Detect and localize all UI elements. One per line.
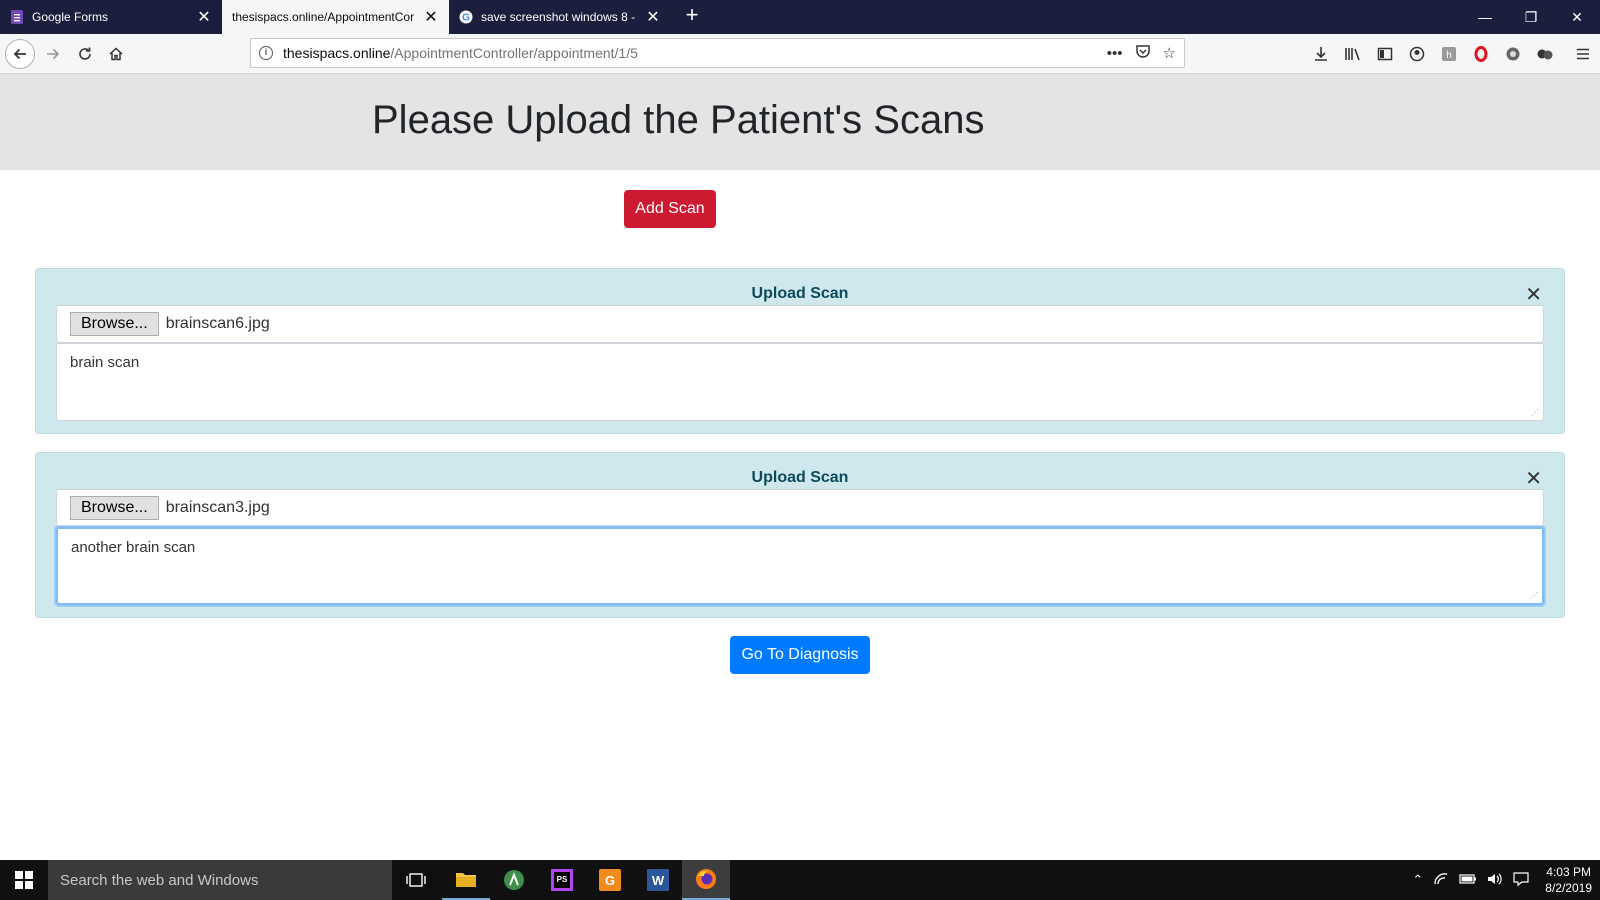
- mask-extension-icon[interactable]: [1534, 43, 1556, 65]
- extension-icon[interactable]: h: [1438, 43, 1460, 65]
- hamburger-menu-icon[interactable]: [1572, 43, 1594, 65]
- system-tray: ⌃ 4:03 PM 8/2/2019: [1412, 860, 1592, 900]
- file-input[interactable]: Browse... brainscan6.jpg: [56, 305, 1544, 343]
- pocket-icon[interactable]: [1135, 43, 1151, 63]
- minimize-icon[interactable]: —: [1462, 0, 1508, 34]
- card-heading: Upload Scan: [751, 285, 849, 302]
- clock-time: 4:03 PM: [1546, 865, 1591, 879]
- reload-icon[interactable]: [70, 39, 100, 69]
- svg-text:W: W: [652, 873, 665, 888]
- taskbar-search-input[interactable]: Search the web and Windows: [48, 860, 392, 900]
- file-explorer-icon[interactable]: [442, 860, 490, 900]
- close-icon[interactable]: ✕: [1525, 469, 1542, 489]
- window-close-icon[interactable]: ✕: [1554, 0, 1600, 34]
- greenshot-icon[interactable]: G: [586, 860, 634, 900]
- tab-title: save screenshot windows 8 - Go: [481, 10, 639, 24]
- tab-title: Google Forms: [32, 10, 109, 24]
- file-input[interactable]: Browse... brainscan3.jpg: [56, 489, 1544, 527]
- url-actions: ••• ☆: [1107, 39, 1176, 67]
- system-clock[interactable]: 4:03 PM 8/2/2019: [1545, 864, 1592, 896]
- tab-appointment[interactable]: thesispacs.online/AppointmentCor ✕: [222, 0, 449, 34]
- tab-title: thesispacs.online/AppointmentCor: [232, 10, 415, 24]
- close-icon[interactable]: ✕: [423, 7, 439, 27]
- svg-text:PS: PS: [557, 875, 568, 884]
- svg-text:h: h: [1446, 50, 1452, 61]
- svg-text:G: G: [605, 873, 615, 888]
- page-header: Please Upload the Patient's Scans: [0, 74, 1600, 170]
- google-forms-icon: [10, 10, 24, 24]
- description-textarea[interactable]: brain scan ⋰: [56, 343, 1544, 421]
- globe-extension-icon[interactable]: [1502, 43, 1524, 65]
- close-icon[interactable]: ✕: [196, 7, 212, 27]
- bookmark-star-icon[interactable]: ☆: [1163, 44, 1176, 62]
- url-path: /AppointmentController/appointment/1/5: [390, 45, 638, 61]
- volume-icon[interactable]: [1487, 872, 1503, 889]
- upload-scan-card: Upload Scan ✕ Browse... brainscan6.jpg b…: [35, 268, 1565, 434]
- phpstorm-icon[interactable]: PS: [538, 860, 586, 900]
- go-to-diagnosis-button[interactable]: Go To Diagnosis: [730, 636, 870, 674]
- sidebar-icon[interactable]: [1374, 43, 1396, 65]
- page-content: Please Upload the Patient's Scans Add Sc…: [0, 74, 1600, 860]
- add-scan-button[interactable]: Add Scan: [624, 190, 716, 228]
- window-controls: — ❐ ✕: [1462, 0, 1600, 34]
- description-textarea[interactable]: another brain scan ⋰: [56, 527, 1544, 605]
- tab-google-search[interactable]: G save screenshot windows 8 - Go ✕: [449, 0, 671, 34]
- url-bar[interactable]: i thesispacs.online/AppointmentControlle…: [250, 38, 1185, 68]
- task-view-icon[interactable]: [392, 860, 440, 900]
- account-icon[interactable]: [1406, 43, 1428, 65]
- svg-text:G: G: [462, 13, 470, 24]
- windows-start-icon[interactable]: [0, 860, 48, 900]
- toolbar-right: h: [1310, 39, 1594, 69]
- page-title: Please Upload the Patient's Scans: [372, 98, 985, 142]
- resize-grip-icon[interactable]: ⋰: [1530, 592, 1538, 600]
- file-name: brainscan6.jpg: [165, 315, 270, 332]
- library-icon[interactable]: [1342, 43, 1364, 65]
- chevron-up-icon[interactable]: ⌃: [1412, 872, 1423, 888]
- clock-date: 8/2/2019: [1545, 881, 1592, 895]
- browse-button[interactable]: Browse...: [70, 312, 159, 336]
- close-icon[interactable]: ✕: [1525, 285, 1542, 305]
- more-actions-icon[interactable]: •••: [1107, 45, 1123, 62]
- tab-google-forms[interactable]: Google Forms ✕: [0, 0, 222, 34]
- network-icon[interactable]: [1433, 872, 1449, 889]
- upload-scan-card: Upload Scan ✕ Browse... brainscan3.jpg a…: [35, 452, 1565, 618]
- download-icon[interactable]: [1310, 43, 1332, 65]
- back-arrow-icon[interactable]: [5, 39, 35, 69]
- restore-icon[interactable]: ❐: [1508, 0, 1554, 34]
- resize-grip-icon[interactable]: ⋰: [1531, 409, 1539, 417]
- info-icon[interactable]: i: [259, 46, 273, 60]
- word-icon[interactable]: W: [634, 860, 682, 900]
- card-heading: Upload Scan: [751, 469, 849, 486]
- google-icon: G: [459, 10, 473, 24]
- description-text: another brain scan: [71, 539, 196, 556]
- battery-icon[interactable]: [1459, 873, 1477, 888]
- description-text: brain scan: [70, 354, 140, 371]
- opera-icon[interactable]: [1470, 43, 1492, 65]
- file-name: brainscan3.jpg: [165, 499, 270, 516]
- forward-arrow-icon[interactable]: [38, 39, 68, 69]
- new-tab-icon[interactable]: +: [680, 4, 704, 28]
- firefox-icon[interactable]: [682, 860, 730, 900]
- notifications-icon[interactable]: [1513, 871, 1529, 889]
- android-studio-icon[interactable]: [490, 860, 538, 900]
- browse-button[interactable]: Browse...: [70, 496, 159, 520]
- home-icon[interactable]: [101, 39, 131, 69]
- windows-taskbar: Search the web and Windows PS G W ⌃ 4:03…: [0, 860, 1600, 900]
- close-icon[interactable]: ✕: [645, 7, 661, 27]
- browser-tab-strip: Google Forms ✕ thesispacs.online/Appoint…: [0, 0, 1600, 34]
- browser-navbar: i thesispacs.online/AppointmentControlle…: [0, 34, 1600, 74]
- url-host: thesispacs.online: [283, 45, 391, 61]
